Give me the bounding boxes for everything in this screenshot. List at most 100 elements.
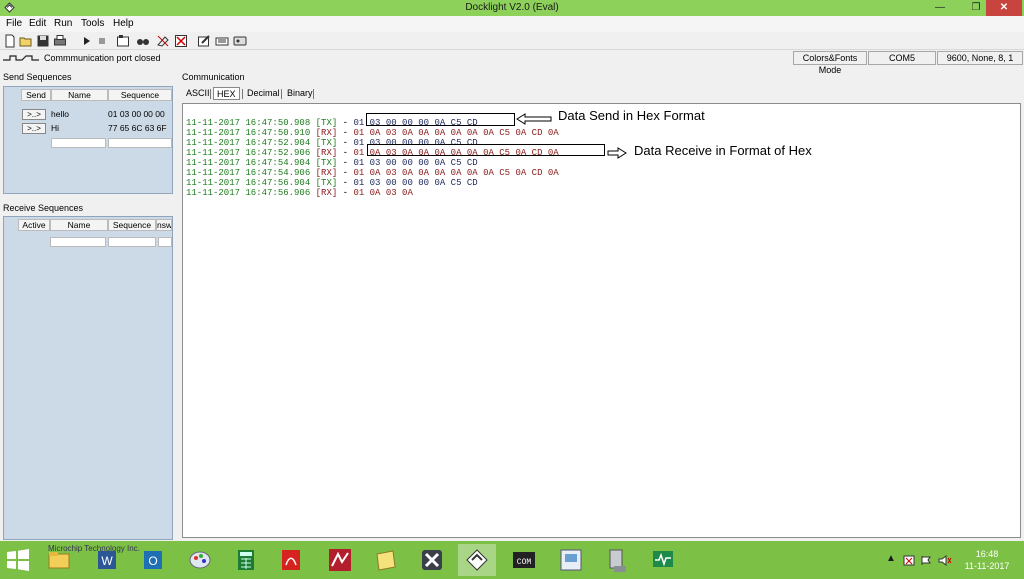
send-sequences-title: Send Sequences [3, 72, 72, 82]
name-column-header[interactable]: Name [51, 89, 108, 101]
svg-text:COM: COM [517, 558, 532, 567]
log-timestamp: 11-11-2017 16:47:50.910 [186, 128, 311, 138]
windows-start-icon[interactable] [6, 549, 30, 571]
log-data: 01 0A 03 0A 0A 0A 0A 0A 0A C5 0A CD 0A [353, 128, 559, 138]
notes-icon[interactable] [367, 544, 405, 576]
clock-date: 11-11-2017 [964, 561, 1010, 571]
tab-binary[interactable]: Binary [284, 87, 316, 100]
save-icon[interactable] [36, 34, 50, 48]
tab-hex[interactable]: HEX [213, 87, 240, 100]
receive-sequences-title: Receive Sequences [3, 203, 84, 213]
new-answer-cell[interactable] [158, 237, 172, 247]
sequence-value[interactable]: 01 03 00 00 00 [108, 109, 165, 119]
stop-icon[interactable] [95, 34, 109, 48]
keyboard-icon[interactable] [215, 34, 229, 48]
mplab-icon[interactable] [321, 544, 359, 576]
sequence-value[interactable]: 77 65 6C 63 6F [108, 123, 167, 133]
window-title: Docklight V2.0 (Eval) [465, 2, 559, 13]
send-hi-button[interactable]: >..> [22, 123, 46, 134]
active-column-header[interactable]: Active [18, 219, 50, 231]
communication-title: Communication [182, 72, 245, 82]
open-icon[interactable] [19, 34, 33, 48]
tab-separator [210, 89, 211, 99]
control-panel-icon[interactable] [598, 544, 636, 576]
port-closed-icon [3, 55, 39, 61]
menu-tools[interactable]: Tools [81, 18, 104, 29]
send-column-header[interactable]: Send [21, 89, 51, 101]
log-direction: [TX] [315, 138, 338, 148]
colors-fonts-mode[interactable]: Colors&Fonts Mode [793, 51, 867, 75]
cancel-icon[interactable] [174, 34, 188, 48]
log-line: 11-11-2017 16:47:54.904 [TX] - 01 03 00 … [186, 158, 478, 168]
receive-sequences-panel: Active Name Sequence nsw [3, 216, 173, 540]
find-icon[interactable] [136, 34, 150, 48]
log-timestamp: 11-11-2017 16:47:54.906 [186, 168, 311, 178]
paint-icon[interactable] [181, 544, 219, 576]
outlook-icon[interactable]: O [134, 544, 172, 576]
tab-decimal[interactable]: Decimal [244, 87, 283, 100]
clear-icon[interactable] [156, 34, 170, 48]
file-explorer-icon[interactable] [40, 544, 78, 576]
tab-ascii[interactable]: ASCII [183, 87, 213, 100]
menu-help[interactable]: Help [113, 18, 134, 29]
communication-window[interactable]: 11-11-2017 16:47:50.908 [TX] - 01 03 00 … [182, 103, 1021, 538]
clock-time: 16:48 [975, 549, 999, 559]
system-clock[interactable]: 16:48 11-11-2017 [958, 548, 1016, 572]
calculator-icon[interactable] [227, 544, 265, 576]
network-warning-icon[interactable] [903, 555, 915, 566]
log-direction: [RX] [315, 188, 338, 198]
edit-icon[interactable] [197, 34, 211, 48]
tab-separator [281, 89, 282, 99]
send-highlight-box [366, 113, 515, 126]
close-button[interactable]: ✕ [986, 0, 1022, 16]
maximize-button[interactable]: ❐ [964, 0, 988, 16]
send-sequences-panel: Send Name Sequence >..> hello 01 03 00 0… [3, 86, 173, 194]
settings-icon[interactable] [116, 34, 130, 48]
new-sequence-cell[interactable] [108, 138, 172, 148]
word-icon[interactable]: W [88, 544, 126, 576]
svg-text:W: W [101, 554, 113, 568]
new-name-cell[interactable] [51, 138, 106, 148]
docklight-icon[interactable] [458, 544, 496, 576]
play-icon[interactable] [80, 34, 94, 48]
flag-icon[interactable] [920, 555, 932, 566]
new-icon[interactable] [3, 34, 17, 48]
menu-file[interactable]: File [6, 18, 22, 29]
send-arrow-icon [516, 113, 552, 125]
sequence-name[interactable]: Hi [51, 123, 59, 133]
menu-run[interactable]: Run [54, 18, 72, 29]
log-timestamp: 11-11-2017 16:47:50.908 [186, 118, 311, 128]
name-column-header[interactable]: Name [50, 219, 108, 231]
log-data: 01 03 00 00 00 0A C5 CD [353, 158, 478, 168]
receive-arrow-icon [607, 147, 627, 159]
script-icon[interactable] [233, 34, 247, 48]
log-data: 01 0A 03 0A 0A 0A 0A 0A 0A C5 0A CD 0A [353, 168, 559, 178]
com-port[interactable]: COM5 [868, 51, 936, 65]
print-icon[interactable] [53, 34, 67, 48]
new-sequence-cell[interactable] [108, 237, 156, 247]
taskbar: Microchip Technology Inc. W O COM ▲ 16:4… [0, 541, 1024, 579]
tab-separator [242, 89, 243, 99]
viewer-icon[interactable] [552, 544, 590, 576]
volume-muted-icon[interactable] [938, 555, 952, 566]
sequence-name[interactable]: hello [51, 109, 69, 119]
sequence-column-header[interactable]: Sequence [108, 89, 172, 101]
menu-edit[interactable]: Edit [29, 18, 46, 29]
answer-column-header[interactable]: nsw [156, 219, 172, 231]
minimize-button[interactable]: — [928, 0, 952, 16]
log-direction: [RX] [315, 148, 338, 158]
new-name-cell[interactable] [50, 237, 106, 247]
port-settings[interactable]: 9600, None, 8, 1 [937, 51, 1023, 65]
title-bar: Docklight V2.0 (Eval) — ❐ ✕ [0, 0, 1024, 16]
xmind-icon[interactable] [413, 544, 451, 576]
monitor-icon[interactable] [644, 544, 682, 576]
log-line: 11-11-2017 16:47:50.910 [RX] - 01 0A 03 … [186, 128, 559, 138]
terminal-icon[interactable]: COM [505, 544, 543, 576]
tray-expand-icon[interactable]: ▲ [886, 553, 896, 564]
log-direction: [TX] [315, 178, 338, 188]
receive-annotation: Data Receive in Format of Hex [634, 143, 812, 158]
sequence-column-header[interactable]: Sequence [108, 219, 156, 231]
pdf-icon[interactable] [272, 544, 310, 576]
log-timestamp: 11-11-2017 16:47:54.904 [186, 158, 311, 168]
send-hello-button[interactable]: >..> [22, 109, 46, 120]
